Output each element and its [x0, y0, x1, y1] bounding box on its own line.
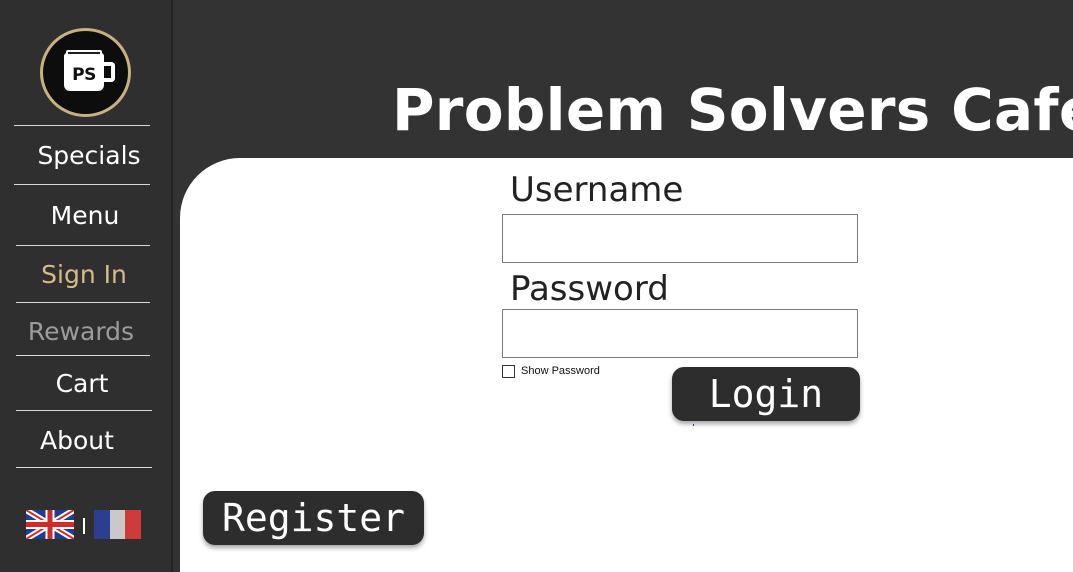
cafe-logo: PS	[40, 28, 131, 117]
sidebar-item-cart[interactable]: Cart	[14, 355, 150, 411]
login-panel: Username Password Show Password Login Re…	[180, 158, 1073, 572]
nav-divider	[14, 184, 150, 185]
password-input[interactable]	[502, 309, 858, 358]
french-flag-icon[interactable]	[94, 510, 142, 539]
show-password-checkbox[interactable]	[502, 365, 515, 378]
sidebar-item-about[interactable]: About	[9, 412, 145, 468]
nav-divider	[14, 125, 150, 126]
register-button[interactable]: Register	[203, 491, 424, 545]
page-title: Problem Solvers Café;	[392, 76, 1073, 144]
sidebar-item-menu[interactable]: Menu	[17, 187, 153, 243]
app-window: PS Specials Menu Sign In Rewards Cart Ab…	[0, 0, 1073, 572]
logo-text: PS	[72, 65, 96, 85]
language-separator	[83, 517, 85, 534]
focus-dot	[693, 424, 694, 426]
sidebar-item-rewards[interactable]: Rewards	[13, 303, 149, 359]
password-label: Password	[510, 269, 669, 309]
login-button[interactable]: Login	[672, 367, 860, 421]
coffee-cup-rim	[66, 50, 102, 56]
nav-divider	[16, 467, 152, 468]
nav-divider	[16, 410, 152, 411]
username-label: Username	[510, 170, 684, 210]
username-input[interactable]	[502, 214, 858, 263]
language-switcher	[26, 510, 142, 539]
english-flag-icon[interactable]	[26, 510, 74, 539]
sidebar: PS Specials Menu Sign In Rewards Cart Ab…	[0, 0, 173, 572]
show-password-label: Show Password	[521, 365, 600, 377]
sidebar-item-sign-in[interactable]: Sign In	[16, 246, 152, 302]
sidebar-item-specials[interactable]: Specials	[21, 127, 157, 183]
